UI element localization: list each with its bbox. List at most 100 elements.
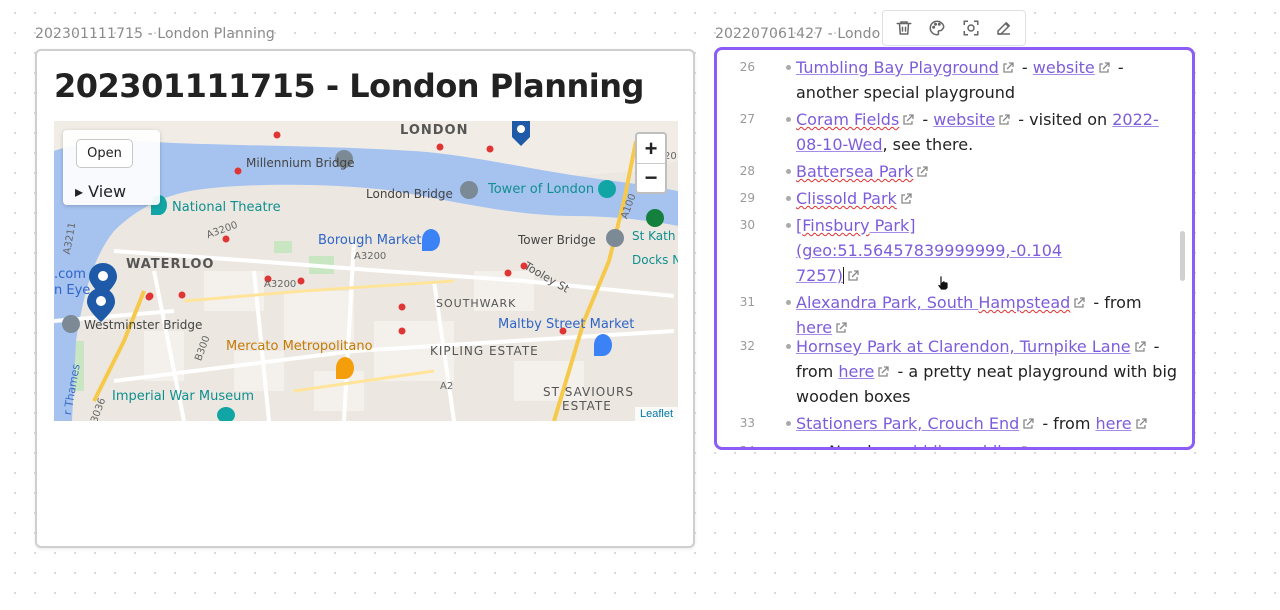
bridge-icon — [62, 315, 80, 333]
bullet-icon — [786, 421, 791, 426]
text: - from — [1037, 414, 1096, 433]
link[interactable]: here — [838, 362, 874, 381]
trash-icon[interactable] — [890, 14, 918, 42]
line-number: 34 — [717, 439, 755, 447]
hand-cursor-icon — [936, 275, 950, 296]
right-node-label[interactable]: 202207061427 - Londo — [715, 26, 880, 42]
bullet-icon — [786, 196, 791, 201]
ferry-icon — [646, 209, 664, 227]
map-label: ST SAVIOURS — [543, 385, 634, 399]
map-label: WATERLOO — [126, 257, 215, 272]
link[interactable]: website — [1033, 58, 1095, 77]
external-link-icon — [1023, 418, 1034, 429]
line-number: 33 — [739, 416, 755, 430]
castle-icon — [598, 180, 616, 198]
editor-line[interactable]: 29 Clissold Park — [717, 186, 1192, 211]
map-label: Borough Market — [318, 233, 422, 248]
text: Nearby - — [829, 442, 903, 447]
editor-line[interactable]: 28 Battersea Park — [717, 159, 1192, 184]
open-button[interactable]: Open — [76, 139, 133, 168]
text: - a pretty neat playground with big — [892, 362, 1178, 381]
text: - — [1148, 337, 1160, 356]
pencil-icon[interactable] — [990, 14, 1018, 42]
date-link[interactable]: 08-10-Wed — [796, 135, 883, 154]
external-link-icon — [917, 166, 929, 177]
london-planning-card[interactable]: 202301111715 - London Planning LONDON Mi… — [35, 49, 695, 548]
external-link-icon — [836, 322, 847, 333]
map-label: Imperial War Museum — [112, 389, 255, 404]
link[interactable]: here — [1096, 414, 1132, 433]
map-label: Millennium Bridge — [246, 156, 355, 170]
link[interactable]: Alexandra Park, S — [796, 293, 937, 312]
scrollbar-thumb[interactable] — [1180, 231, 1185, 281]
external-link-icon — [1003, 62, 1014, 73]
link[interactable]: Coram Fields — [796, 110, 899, 129]
map-label: LONDON — [400, 123, 469, 138]
map-label: KIPLING ESTATE — [430, 344, 539, 358]
bullet-icon — [786, 117, 791, 122]
zoom-out-button[interactable]: − — [637, 163, 665, 192]
map-label: A3200 — [354, 251, 387, 262]
editor-line[interactable]: 32 Hornsey Park at Clarendon, Turnpike L… — [717, 334, 1192, 409]
link[interactable]: noddle — [952, 442, 1012, 447]
line-number: 30 — [739, 218, 755, 232]
editor-line[interactable]: 30 [Finsbury Park](geo:51.56457839999999… — [717, 213, 1192, 288]
link[interactable]: (geo:51.56457839999999,-0.104 — [796, 241, 1062, 260]
editor-line[interactable]: 31 Alexandra Park, South Hampstead - fro… — [717, 290, 1192, 337]
map-label: National Theatre — [172, 200, 281, 215]
link[interactable]: Tumbling Bay Playground — [796, 58, 999, 77]
link[interactable]: Hampstead — [978, 293, 1070, 312]
map-label: A2 — [440, 381, 454, 392]
editor-line[interactable]: 33 Stationers Park, Crouch End - from he… — [717, 411, 1192, 436]
link[interactable]: Park] — [870, 216, 916, 235]
link[interactable]: Finsbury — [802, 216, 869, 235]
external-link-icon — [1074, 297, 1085, 308]
text: from — [796, 362, 839, 381]
view-toggle[interactable]: ▸ View — [75, 182, 126, 201]
editor-line[interactable]: 34 Nearby - niddle noddle — [717, 439, 1192, 447]
link[interactable]: niddle — [903, 442, 952, 447]
left-node-label[interactable]: 202301111715 - London Planning — [35, 26, 275, 42]
external-link-icon — [1135, 418, 1147, 429]
editor-line[interactable]: 27 Coram Fields - website - visited on 2… — [717, 107, 1192, 157]
link[interactable]: 7257) — [796, 266, 843, 285]
date-link[interactable]: 2022- — [1112, 110, 1159, 129]
leaflet-attribution-link[interactable]: Leaflet — [634, 407, 678, 421]
zoom-in-button[interactable]: + — [637, 134, 665, 163]
external-link-icon — [1099, 62, 1110, 73]
editor-line[interactable]: 26 Tumbling Bay Playground - website - a… — [717, 55, 1192, 105]
map-label: Westminster Bridge — [84, 318, 203, 332]
shopping-icon — [594, 334, 612, 356]
link[interactable]: Stationers Park, Crouch End — [796, 414, 1019, 433]
london-note-editor-card[interactable]: 26 Tumbling Bay Playground - website - a… — [714, 47, 1195, 450]
external-link-icon — [1021, 446, 1027, 447]
map-label: Tower Bridge — [518, 233, 596, 247]
line-number: 27 — [739, 112, 755, 126]
map-control-panel: Open ▸ View — [63, 130, 160, 205]
bullet-icon — [786, 65, 791, 70]
link[interactable]: Battersea Park — [796, 162, 913, 181]
text: another special playground — [796, 83, 1016, 102]
external-link-icon — [999, 114, 1010, 125]
map-label: London Bridge — [366, 187, 453, 201]
link[interactable]: Clissold Park — [796, 189, 897, 208]
line-number: 28 — [739, 164, 755, 178]
bullet-icon — [786, 300, 791, 305]
external-link-icon — [878, 366, 890, 377]
map-label: n Eye — [54, 283, 91, 298]
leaflet-map[interactable]: LONDON Millennium Bridge London Bridge T… — [54, 121, 678, 421]
focus-icon[interactable] — [957, 14, 985, 42]
text: - — [1016, 58, 1033, 77]
text: - from — [1088, 293, 1142, 312]
text: - visited on — [1013, 110, 1113, 129]
bridge-icon — [606, 229, 624, 247]
line-number: 32 — [739, 339, 755, 353]
palette-icon[interactable] — [923, 14, 951, 42]
link[interactable]: Hornsey Park at Clarendon, Turnpike Lane — [796, 337, 1131, 356]
text: wooden boxes — [796, 387, 911, 406]
link[interactable]: website — [933, 110, 995, 129]
map-label: .com — [54, 267, 86, 282]
markdown-editor[interactable]: 26 Tumbling Bay Playground - website - a… — [717, 55, 1192, 447]
shopping-icon — [422, 229, 440, 251]
text: , see there. — [882, 135, 974, 154]
